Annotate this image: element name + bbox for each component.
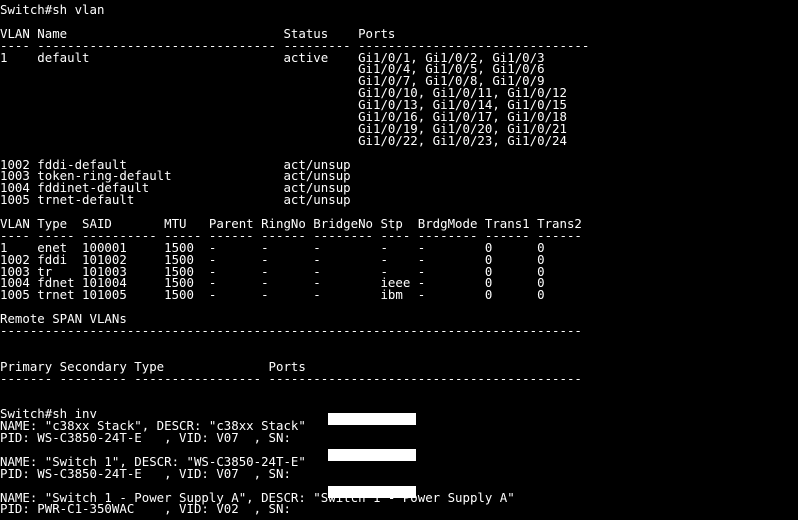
- terminal-line: ----------------------------------------…: [0, 323, 582, 339]
- terminal-line: ------- --------- ----------------- ----…: [0, 370, 582, 386]
- terminal-line: Gi1/0/22, Gi1/0/23, Gi1/0/24: [0, 132, 567, 148]
- serial-number-redaction: [328, 449, 416, 461]
- terminal-line: Switch#sh vlan: [0, 2, 105, 17]
- terminal-line: 1005 trnet 101005 1500 - - - ibm - 0 0: [0, 287, 545, 303]
- terminal-line: PID: PWR-C1-350WAC , VID: V02 , SN:: [0, 501, 299, 517]
- serial-number-redaction: [328, 413, 416, 425]
- terminal-window[interactable]: Switch#sh vlan VLAN Name Status Ports ----…: [0, 0, 798, 520]
- terminal-line: PID: WS-C3850-24T-E , VID: V07 , SN:: [0, 465, 299, 481]
- terminal-output: Switch#sh vlan VLAN Name Status Ports ----…: [0, 2, 798, 517]
- terminal-line: PID: WS-C3850-24T-E , VID: V07 , SN:: [0, 430, 299, 446]
- serial-number-redaction: [328, 486, 416, 498]
- terminal-line: 1005 trnet-default act/unsup: [0, 192, 351, 208]
